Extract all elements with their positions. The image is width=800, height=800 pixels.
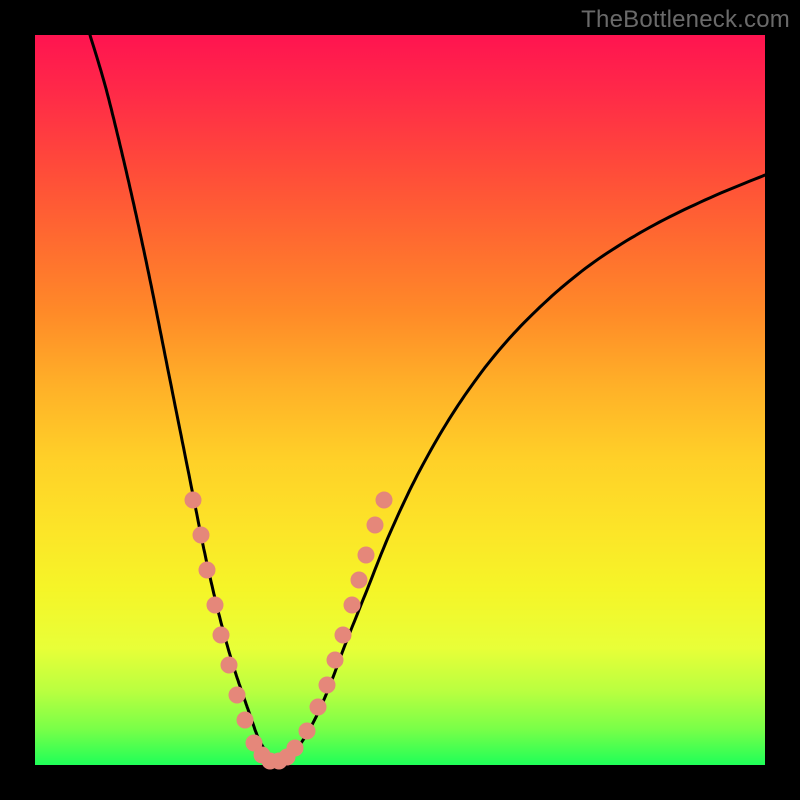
bottleneck-curve: [90, 35, 765, 763]
marker-dot: [319, 677, 335, 693]
watermark-text: TheBottleneck.com: [581, 6, 790, 34]
marker-dot: [207, 597, 223, 613]
marker-dot: [351, 572, 367, 588]
marker-dot: [358, 547, 374, 563]
marker-dot: [229, 687, 245, 703]
marker-dot: [221, 657, 237, 673]
plot-area: [35, 35, 765, 765]
marker-dot: [376, 492, 392, 508]
marker-dot: [199, 562, 215, 578]
chart-frame: TheBottleneck.com: [0, 0, 800, 800]
marker-dot: [185, 492, 201, 508]
curve-svg: [35, 35, 765, 765]
marker-dot: [335, 627, 351, 643]
marker-dot: [213, 627, 229, 643]
marker-dot: [367, 517, 383, 533]
marker-dot: [310, 699, 326, 715]
marker-dot: [327, 652, 343, 668]
highlight-markers: [185, 492, 392, 769]
marker-dot: [237, 712, 253, 728]
marker-dot: [344, 597, 360, 613]
marker-dot: [193, 527, 209, 543]
marker-dot: [287, 740, 303, 756]
marker-dot: [299, 723, 315, 739]
